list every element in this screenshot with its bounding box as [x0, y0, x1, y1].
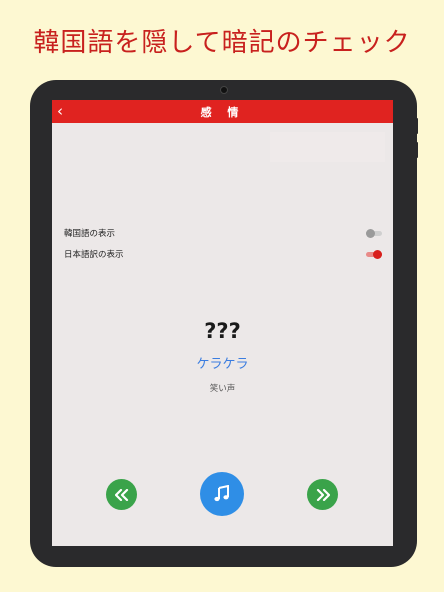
korean-display-row: 韓国語の表示 — [64, 226, 382, 242]
toggle-knob — [373, 250, 382, 259]
play-audio-button[interactable] — [200, 472, 244, 516]
korean-display-label: 韓国語の表示 — [64, 229, 116, 239]
page-title: 感 情 — [200, 106, 245, 119]
previous-button[interactable] — [106, 479, 137, 510]
double-chevron-left-icon — [114, 488, 128, 501]
word-meaning: 笑い声 — [209, 384, 236, 394]
app-screen: ‹ 感 情 韓国語の表示 日本語訳の表示 ??? ケラケラ 笑い声 — [52, 100, 393, 546]
promo-title: 韓国語を隠して暗記のチェック — [33, 28, 411, 58]
music-note-icon — [214, 485, 229, 502]
volume-down-button — [415, 142, 418, 158]
banner-placeholder — [270, 132, 385, 162]
hidden-korean-word: ??? — [204, 319, 241, 343]
word-reading: ケラケラ — [196, 357, 249, 372]
japanese-display-toggle[interactable] — [366, 250, 382, 259]
japanese-display-label: 日本語訳の表示 — [64, 250, 124, 260]
front-camera — [220, 86, 228, 94]
japanese-display-row: 日本語訳の表示 — [64, 247, 382, 263]
next-button[interactable] — [307, 479, 338, 510]
toggle-knob — [366, 229, 375, 238]
korean-display-toggle[interactable] — [366, 229, 382, 238]
double-chevron-right-icon — [316, 488, 330, 501]
volume-up-button — [415, 118, 418, 134]
nav-bar: ‹ 感 情 — [52, 100, 393, 123]
